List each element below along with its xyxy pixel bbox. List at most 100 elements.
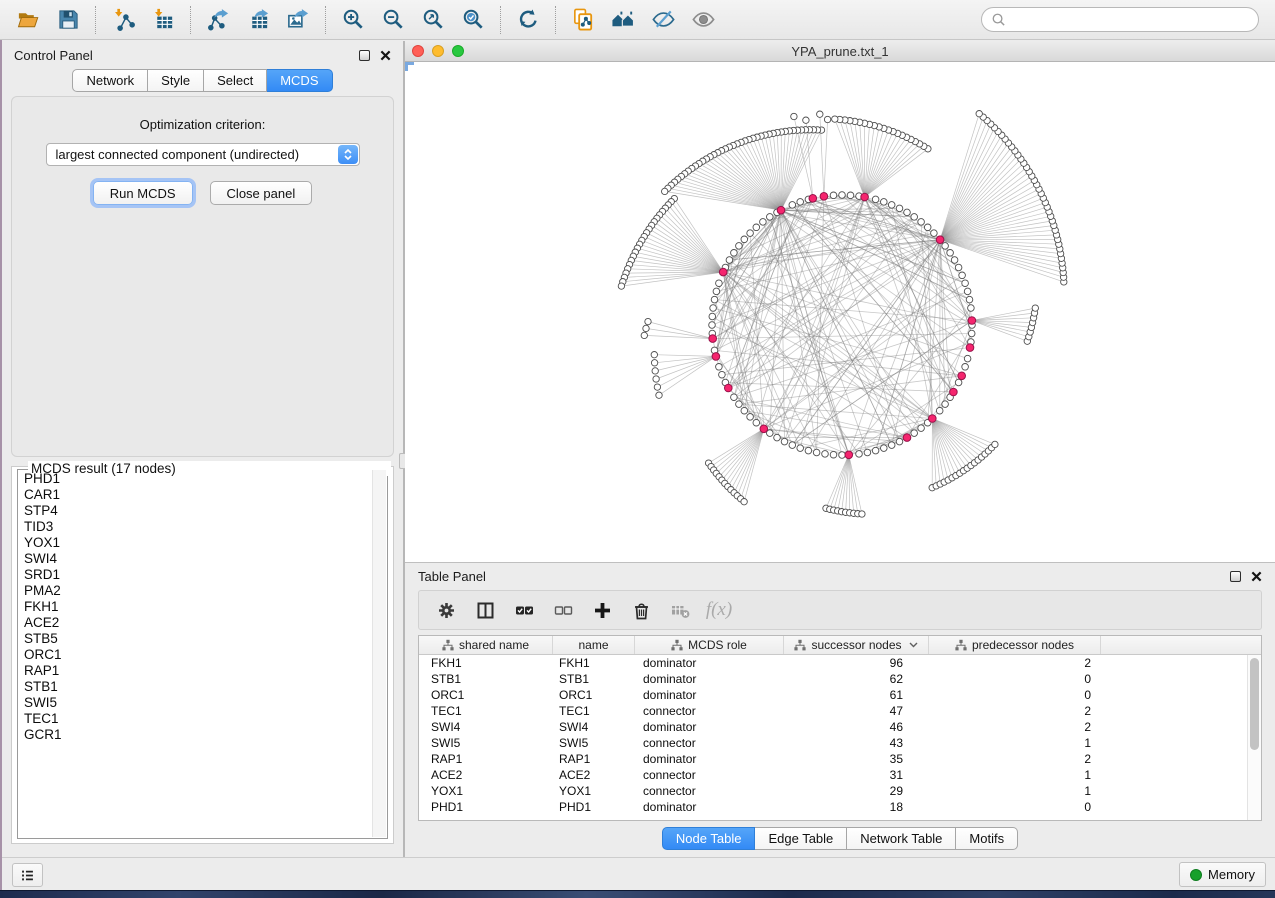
search-box[interactable] [981, 7, 1259, 32]
mcds-node-item[interactable]: PHD1 [24, 471, 366, 487]
table-tab-node-table[interactable]: Node Table [662, 827, 756, 850]
mcds-node-item[interactable]: STB1 [24, 679, 366, 695]
network-graph [405, 62, 1273, 561]
table-cell: FKH1 [553, 656, 635, 670]
mcds-node-item[interactable]: STP4 [24, 503, 366, 519]
mcds-node-item[interactable]: ACE2 [24, 615, 366, 631]
tab-style[interactable]: Style [148, 69, 204, 92]
open-file-button[interactable] [8, 3, 48, 37]
table-row[interactable]: SWI5SWI5connector431 [419, 735, 1261, 751]
mcds-node-item[interactable]: RAP1 [24, 663, 366, 679]
add-column-button[interactable] [587, 595, 617, 625]
mcds-node-item[interactable]: SRD1 [24, 567, 366, 583]
tab-select[interactable]: Select [204, 69, 267, 92]
mcds-node-item[interactable]: YOX1 [24, 535, 366, 551]
table-tab-motifs[interactable]: Motifs [956, 827, 1018, 850]
table-cell: 46 [784, 720, 929, 734]
import-table-button[interactable] [143, 3, 183, 37]
first-neighbors-icon [611, 7, 636, 32]
search-icon [991, 12, 1006, 27]
table-row[interactable]: ORC1ORC1dominator610 [419, 687, 1261, 703]
mcds-node-item[interactable]: GCR1 [24, 727, 366, 743]
table-cell: dominator [635, 688, 784, 702]
mcds-result-list[interactable]: PHD1CAR1STP4TID3YOX1SWI4SRD1PMA2FKH1ACE2… [19, 470, 371, 837]
criterion-dropdown[interactable]: largest connected component (undirected) [46, 143, 360, 166]
table-cell: connector [635, 784, 784, 798]
column-header-name[interactable]: name [553, 636, 635, 654]
memory-status-icon [1190, 869, 1202, 881]
mcds-node-item[interactable]: PMA2 [24, 583, 366, 599]
mcds-node-item[interactable]: SWI5 [24, 695, 366, 711]
mcds-node-item[interactable]: TEC1 [24, 711, 366, 727]
split-panel-button[interactable] [470, 595, 500, 625]
table-row[interactable]: STB1STB1dominator620 [419, 671, 1261, 687]
delete-column-button[interactable] [626, 595, 656, 625]
float-table-panel-icon[interactable] [1230, 571, 1241, 582]
clone-network-button[interactable] [563, 3, 603, 37]
result-scrollbar[interactable] [372, 470, 386, 837]
zoom-out-icon [381, 7, 406, 32]
zoom-in-button[interactable] [333, 3, 373, 37]
export-network-button[interactable] [198, 3, 238, 37]
table-row[interactable]: FKH1FKH1dominator962 [419, 655, 1261, 671]
column-header-MCDS-role[interactable]: MCDS role [635, 636, 784, 654]
show-columns-button[interactable] [509, 595, 539, 625]
table-scrollbar[interactable] [1247, 655, 1261, 820]
column-header-shared-name[interactable]: shared name [419, 636, 553, 654]
table-row[interactable]: RAP1RAP1dominator352 [419, 751, 1261, 767]
hide-columns-icon [554, 601, 573, 620]
table-row[interactable]: TEC1TEC1connector472 [419, 703, 1261, 719]
current-network-indicator [405, 62, 414, 71]
table-panel: Table Panel f(x) shared namenameMCDS rol… [405, 562, 1275, 857]
table-row[interactable]: SWI4SWI4dominator462 [419, 719, 1261, 735]
mcds-node-item[interactable]: ORC1 [24, 647, 366, 663]
toolbar-separator [95, 6, 96, 34]
table-tab-edge-table[interactable]: Edge Table [755, 827, 847, 850]
memory-button[interactable]: Memory [1179, 862, 1266, 887]
column-header-predecessor-nodes[interactable]: predecessor nodes [929, 636, 1101, 654]
show-all-button[interactable] [683, 3, 723, 37]
table-tab-network-table[interactable]: Network Table [847, 827, 956, 850]
network-canvas[interactable] [405, 62, 1275, 561]
column-header-successor-nodes[interactable]: successor nodes [784, 636, 929, 654]
table-row[interactable]: PHD1PHD1dominator180 [419, 799, 1261, 815]
mcds-node-item[interactable]: STB5 [24, 631, 366, 647]
tab-mcds[interactable]: MCDS [267, 69, 332, 92]
mcds-result-fieldset: MCDS result (17 nodes) PHD1CAR1STP4TID3Y… [17, 469, 388, 839]
mcds-node-item[interactable]: SWI4 [24, 551, 366, 567]
network-window-titlebar[interactable]: YPA_prune.txt_1 [405, 41, 1275, 62]
table-row[interactable]: YOX1YOX1connector291 [419, 783, 1261, 799]
mcds-node-item[interactable]: CAR1 [24, 487, 366, 503]
table-row[interactable]: ACE2ACE2connector311 [419, 767, 1261, 783]
run-mcds-button[interactable]: Run MCDS [93, 181, 193, 205]
table-scrollbar-thumb[interactable] [1250, 658, 1259, 750]
table-settings-button[interactable] [431, 595, 461, 625]
zoom-out-button[interactable] [373, 3, 413, 37]
show-columns-icon [515, 601, 534, 620]
refresh-layout-button[interactable] [508, 3, 548, 37]
table-cell: SWI4 [553, 720, 635, 734]
task-history-button[interactable] [12, 863, 43, 887]
close-panel-button[interactable]: Close panel [210, 181, 313, 205]
import-network-button[interactable] [103, 3, 143, 37]
table-cell: 2 [929, 704, 1101, 718]
export-table-button[interactable] [238, 3, 278, 37]
column-label: shared name [459, 638, 529, 652]
mcds-node-item[interactable]: FKH1 [24, 599, 366, 615]
tab-network[interactable]: Network [72, 69, 148, 92]
delete-table-button [665, 595, 695, 625]
hide-selected-button[interactable] [643, 3, 683, 37]
save-session-button[interactable] [48, 3, 88, 37]
hide-selected-icon [651, 7, 676, 32]
first-neighbors-button[interactable] [603, 3, 643, 37]
hide-columns-button[interactable] [548, 595, 578, 625]
search-input[interactable] [1011, 12, 1249, 27]
float-panel-icon[interactable] [359, 50, 370, 61]
close-table-panel-icon[interactable] [1251, 571, 1262, 582]
network-window-title: YPA_prune.txt_1 [405, 44, 1275, 59]
mcds-node-item[interactable]: TID3 [24, 519, 366, 535]
close-panel-icon[interactable] [380, 50, 391, 61]
export-image-button[interactable] [278, 3, 318, 37]
zoom-selected-button[interactable] [453, 3, 493, 37]
zoom-fit-button[interactable] [413, 3, 453, 37]
